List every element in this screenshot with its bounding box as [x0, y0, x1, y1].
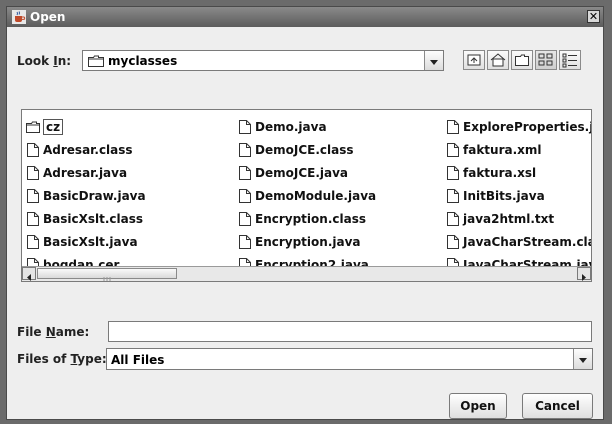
- files-of-type-dropdown-button[interactable]: [573, 349, 592, 369]
- file-list-item[interactable]: ExploreProperties.java: [446, 115, 592, 138]
- file-icon: [239, 142, 251, 157]
- file-icon: [27, 188, 39, 203]
- file-name-text: Encryption.class: [255, 211, 366, 226]
- file-icon: [447, 234, 459, 249]
- file-name-text: Adresar.class: [43, 142, 133, 157]
- file-name-text: JavaCharStream.class: [463, 234, 591, 249]
- file-list-item[interactable]: cz: [26, 115, 146, 138]
- file-icon: [239, 119, 251, 134]
- file-name-input[interactable]: [108, 321, 592, 342]
- file-name-text: Adresar.java: [43, 165, 128, 180]
- files-of-type-combo[interactable]: All Files: [106, 348, 593, 370]
- chevron-down-icon: [430, 60, 438, 65]
- folder-icon: [26, 121, 40, 133]
- home-button[interactable]: [487, 50, 509, 70]
- open-button[interactable]: Open: [449, 393, 507, 419]
- up-one-level-icon: [467, 54, 481, 66]
- file-name-text: faktura.xml: [463, 142, 542, 157]
- title-bar[interactable]: Open ✕: [7, 7, 603, 27]
- scroll-left-button[interactable]: [22, 267, 36, 281]
- look-in-combo[interactable]: myclasses: [82, 50, 444, 71]
- open-dialog: Open ✕ Look In: myclasses cz Adresar.cla…: [6, 6, 604, 420]
- file-icon: [27, 165, 39, 180]
- file-name-text: BasicXslt.java: [43, 234, 138, 249]
- file-icon: [447, 142, 459, 157]
- close-button[interactable]: ✕: [587, 10, 600, 23]
- file-list-column: cz Adresar.class Adresar.java BasicDraw.jav…: [26, 115, 146, 281]
- file-list-column: ExploreProperties.java faktura.xml faktura…: [446, 115, 592, 281]
- file-list-column: Demo.java DemoJCE.class DemoJCE.java DemoMo…: [238, 115, 415, 281]
- file-name-text: DemoModule.java: [255, 188, 377, 203]
- file-list-item[interactable]: Encryption.java: [238, 230, 415, 253]
- file-name-text: java2html.txt: [463, 211, 555, 226]
- file-list-item[interactable]: BasicXslt.class: [26, 207, 146, 230]
- file-list-item[interactable]: Adresar.class: [26, 138, 146, 161]
- file-name-text: BasicXslt.class: [43, 211, 144, 226]
- file-list-item[interactable]: Demo.java: [238, 115, 415, 138]
- grip-icon: [103, 277, 111, 281]
- file-list-item[interactable]: Encryption.class: [238, 207, 415, 230]
- details-view-icon: [562, 53, 577, 68]
- horizontal-scrollbar[interactable]: [22, 266, 591, 281]
- file-list-item[interactable]: faktura.xsl: [446, 161, 591, 184]
- file-name-text: Encryption.java: [255, 234, 361, 249]
- file-icon: [27, 142, 39, 157]
- home-icon: [490, 53, 506, 67]
- file-list-item[interactable]: DemoJCE.java: [238, 161, 415, 184]
- file-name-text: DemoJCE.java: [255, 165, 349, 180]
- list-view-button[interactable]: [535, 50, 557, 70]
- file-list-item[interactable]: BasicDraw.java: [26, 184, 146, 207]
- file-list-item[interactable]: DemoModule.java: [238, 184, 415, 207]
- java-cup-icon: [12, 10, 26, 24]
- window-title: Open: [30, 10, 66, 24]
- file-list-item[interactable]: faktura.xml: [446, 138, 591, 161]
- file-list-item[interactable]: BasicXslt.java: [26, 230, 146, 253]
- file-list-item[interactable]: JavaCharStream.class: [446, 230, 591, 253]
- up-one-level-button[interactable]: [463, 50, 485, 70]
- file-icon: [447, 165, 459, 180]
- file-name-text: BasicDraw.java: [43, 188, 146, 203]
- files-of-type-value: All Files: [111, 353, 165, 367]
- arrow-left-icon: [27, 274, 31, 281]
- new-folder-button[interactable]: [511, 50, 533, 70]
- file-name-text: InitBits.java: [463, 188, 545, 203]
- file-list-item[interactable]: InitBits.java: [446, 184, 591, 207]
- file-name-text: Demo.java: [255, 119, 327, 134]
- close-icon: ✕: [588, 10, 599, 23]
- look-in-dropdown-button[interactable]: [424, 51, 443, 70]
- scroll-right-button[interactable]: [577, 267, 591, 281]
- file-list-item[interactable]: java2html.txt: [446, 207, 591, 230]
- file-name-label: File Name:: [17, 325, 90, 339]
- file-name-text: ExploreProperties.java: [463, 119, 592, 134]
- file-icon: [239, 188, 251, 203]
- details-view-button[interactable]: [559, 50, 581, 70]
- files-of-type-label: Files of Type:: [17, 352, 107, 366]
- file-icon: [27, 234, 39, 249]
- file-icon: [447, 188, 459, 203]
- file-list-item[interactable]: Adresar.java: [26, 161, 146, 184]
- file-icon: [239, 211, 251, 226]
- file-icon: [239, 234, 251, 249]
- new-folder-icon: [515, 54, 529, 66]
- cancel-button[interactable]: Cancel: [522, 393, 593, 419]
- list-view-icon: [538, 53, 553, 66]
- scroll-thumb[interactable]: [37, 268, 177, 281]
- arrow-right-icon: [582, 274, 586, 281]
- file-name-text: faktura.xsl: [463, 165, 537, 180]
- file-list-item[interactable]: DemoJCE.class: [238, 138, 415, 161]
- look-in-value: myclasses: [108, 54, 178, 68]
- file-icon: [27, 211, 39, 226]
- folder-icon: [88, 55, 104, 67]
- file-list[interactable]: cz Adresar.class Adresar.java BasicDraw.jav…: [21, 109, 592, 282]
- file-icon: [447, 119, 459, 134]
- look-in-label: Look In:: [17, 54, 72, 68]
- file-icon: [239, 165, 251, 180]
- chevron-down-icon: [579, 358, 587, 363]
- file-icon: [447, 211, 459, 226]
- file-name-text: cz: [43, 118, 64, 135]
- file-name-text: DemoJCE.class: [255, 142, 354, 157]
